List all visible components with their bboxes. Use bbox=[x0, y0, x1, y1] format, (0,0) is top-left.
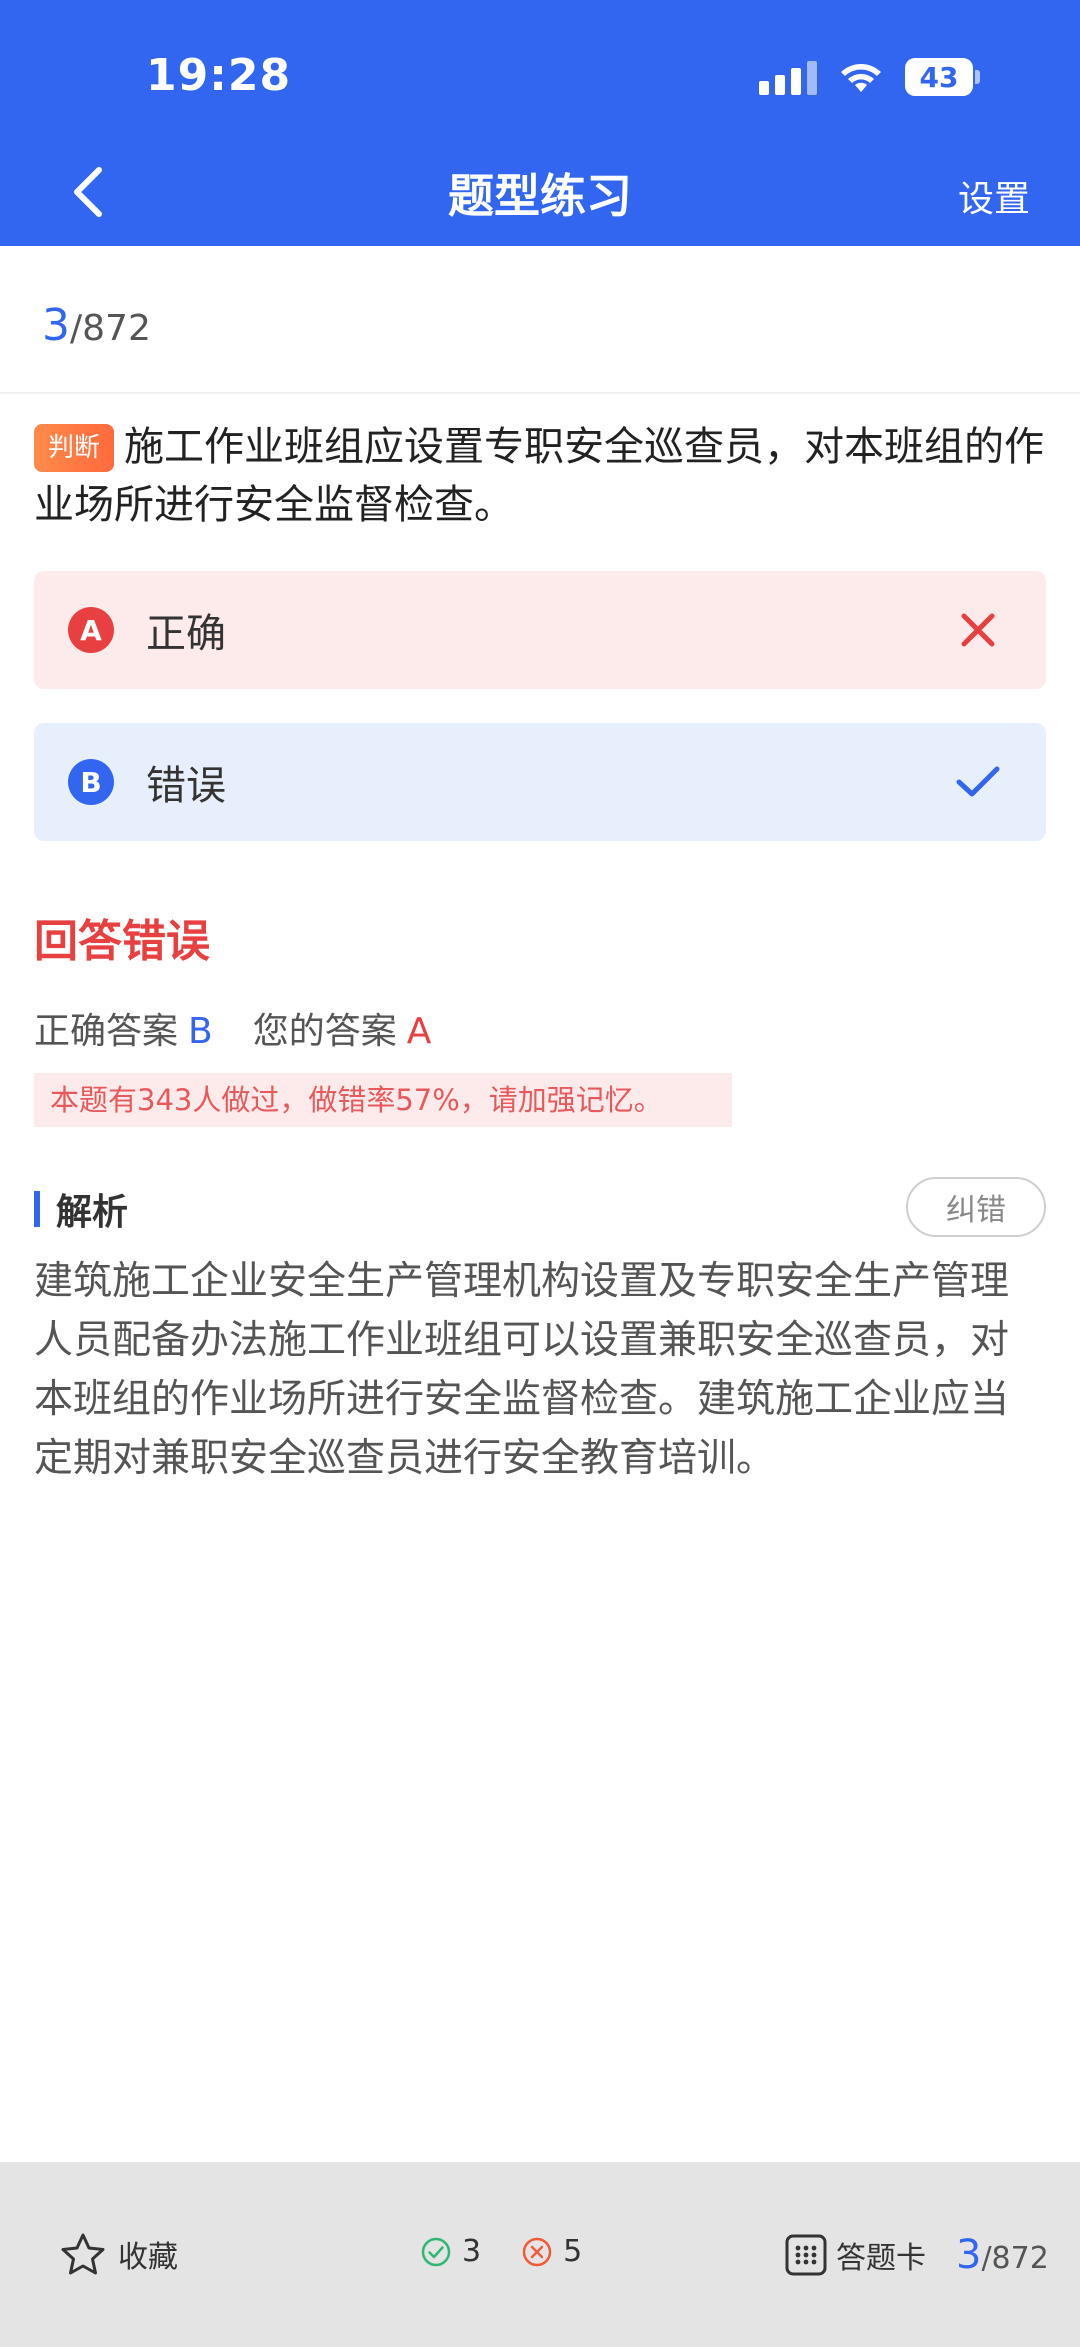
wrong-count: 5 bbox=[521, 2234, 582, 2269]
signal-icon bbox=[759, 59, 817, 95]
correct-count-value: 3 bbox=[462, 2234, 482, 2269]
answer-card-button[interactable]: 答题卡 3/872 bbox=[784, 2232, 1049, 2278]
status-icons: 43 bbox=[759, 58, 980, 96]
divider bbox=[0, 392, 1080, 394]
analysis-title: 解析 bbox=[56, 1192, 129, 1233]
status-time: 19:28 bbox=[146, 50, 292, 101]
header: 19:28 43 题型练习 设置 bbox=[0, 0, 1080, 246]
wrong-circle-icon bbox=[522, 2237, 552, 2266]
answer-summary: 正确答案 B 您的答案 A bbox=[34, 1002, 431, 1054]
battery-level: 43 bbox=[919, 60, 959, 94]
answer-counts: 3 5 bbox=[420, 2234, 582, 2269]
wrong-icon bbox=[961, 613, 995, 647]
result-title: 回答错误 bbox=[34, 916, 210, 967]
option-a[interactable]: A 正确 bbox=[34, 571, 1046, 689]
question-text: 施工作业班组应设置专职安全巡查员，对本班组的作业场所进行安全监督检查。 bbox=[34, 424, 1045, 528]
settings-button[interactable]: 设置 bbox=[958, 170, 1030, 222]
option-a-text: 正确 bbox=[146, 611, 226, 657]
analysis-header: 解析 bbox=[34, 1183, 128, 1235]
option-b-text: 错误 bbox=[146, 763, 226, 809]
progress-current: 3 bbox=[42, 300, 70, 351]
grid-icon bbox=[785, 2234, 827, 2276]
option-b-letter: B bbox=[68, 759, 114, 805]
answer-card-label: 答题卡 bbox=[836, 2241, 926, 2276]
your-answer-label: 您的答案 bbox=[252, 1011, 397, 1052]
wrong-count-value: 5 bbox=[563, 2234, 583, 2269]
your-answer-value: A bbox=[406, 1011, 432, 1052]
question: 判断 施工作业班组应设置专职安全巡查员，对本班组的作业场所进行安全监督检查。 bbox=[34, 418, 1044, 534]
favorite-button[interactable]: 收藏 bbox=[60, 2232, 178, 2276]
question-progress: 3/872 bbox=[42, 300, 151, 351]
analysis-accent-bar bbox=[34, 1191, 40, 1227]
progress-total: /872 bbox=[70, 308, 151, 349]
check-icon bbox=[956, 766, 1000, 797]
bottom-progress-current: 3 bbox=[956, 2232, 982, 2278]
wifi-icon bbox=[841, 64, 881, 92]
correct-count: 3 bbox=[420, 2234, 481, 2269]
correct-circle-icon bbox=[421, 2237, 451, 2266]
nav-bar: 题型练习 设置 bbox=[0, 150, 1080, 240]
correct-answer-label: 正确答案 bbox=[34, 1011, 179, 1052]
battery-icon: 43 bbox=[905, 58, 980, 96]
favorite-label: 收藏 bbox=[118, 2240, 178, 2275]
analysis-text: 建筑施工企业安全生产管理机构设置及专职安全生产管理人员配备办法施工作业班组可以设… bbox=[34, 1259, 1010, 1481]
option-b[interactable]: B 错误 bbox=[34, 723, 1046, 841]
report-error-button[interactable]: 纠错 bbox=[906, 1177, 1046, 1237]
star-icon bbox=[61, 2233, 105, 2275]
bottom-progress-total: /872 bbox=[981, 2241, 1049, 2276]
option-a-letter: A bbox=[68, 607, 114, 653]
page-title: 题型练习 bbox=[448, 169, 632, 223]
question-type-badge: 判断 bbox=[34, 424, 115, 472]
bottom-progress: 3/872 bbox=[956, 2232, 1049, 2278]
correct-answer-value: B bbox=[188, 1011, 213, 1052]
error-rate-note: 本题有343人做过，做错率57%，请加强记忆。 bbox=[34, 1073, 732, 1127]
bottom-bar: 收藏 3 5 答题卡 3/872 bbox=[0, 2162, 1080, 2347]
